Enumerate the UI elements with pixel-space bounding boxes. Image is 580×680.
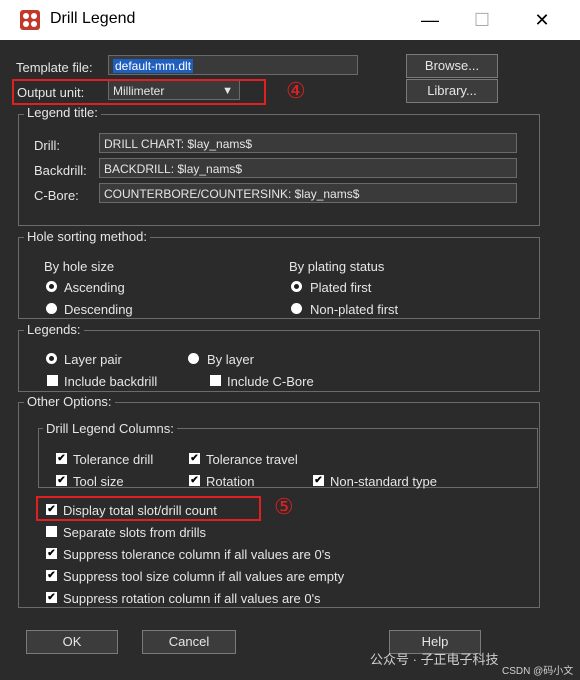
template-file-input[interactable]: default-mm.dlt [108, 55, 358, 75]
descending-radio[interactable] [46, 303, 57, 314]
rotation-checkbox[interactable]: ✔ [189, 475, 200, 486]
include-backdrill-checkbox[interactable] [47, 375, 58, 386]
ok-button[interactable]: OK [26, 630, 118, 654]
ascending-label: Ascending [64, 280, 125, 295]
minimize-button[interactable]: — [410, 6, 450, 34]
nonplated-first-radio[interactable] [291, 303, 302, 314]
hole-sorting-group-label: Hole sorting method: [24, 229, 150, 244]
backdrill-label: Backdrill: [34, 163, 87, 178]
watermark-credit: CSDN @码小文 [502, 666, 574, 677]
browse-button[interactable]: Browse... [406, 54, 498, 78]
suppress-tool-size-label: Suppress tool size column if all values … [63, 569, 345, 584]
include-cbore-checkbox[interactable] [210, 375, 221, 386]
other-options-group-label: Other Options: [24, 394, 115, 409]
tolerance-travel-label: Tolerance travel [206, 452, 298, 467]
annotation-box-display-total [36, 496, 261, 521]
suppress-tolerance-label: Suppress tolerance column if all values … [63, 547, 331, 562]
suppress-tolerance-checkbox[interactable]: ✔ [46, 548, 57, 559]
annotation-number-5: ⑤ [274, 494, 294, 519]
watermark-text: 公众号 · 子正电子科技 [370, 652, 499, 667]
ascending-radio[interactable] [46, 281, 57, 292]
separate-slots-checkbox[interactable] [46, 526, 57, 537]
title-bar: Drill Legend — ☐ ✕ [0, 0, 580, 40]
include-backdrill-label: Include backdrill [64, 374, 158, 389]
annotation-number-4: ④ [286, 78, 306, 103]
plated-first-radio[interactable] [291, 281, 302, 292]
legends-group-label: Legends: [24, 322, 84, 337]
descending-label: Descending [64, 302, 133, 317]
maximize-button[interactable]: ☐ [462, 6, 502, 34]
drill-label: Drill: [34, 138, 60, 153]
close-button[interactable]: ✕ [522, 6, 562, 34]
drill-title-input[interactable]: DRILL CHART: $lay_nams$ [99, 133, 517, 153]
cbore-label: C-Bore: [34, 188, 79, 203]
by-layer-label: By layer [207, 352, 254, 367]
cancel-button[interactable]: Cancel [142, 630, 236, 654]
plated-first-label: Plated first [310, 280, 372, 295]
separate-slots-label: Separate slots from drills [63, 525, 207, 540]
nonstandard-type-checkbox[interactable]: ✔ [313, 475, 324, 486]
layer-pair-radio[interactable] [46, 353, 57, 364]
library-button[interactable]: Library... [406, 79, 498, 103]
tool-size-checkbox[interactable]: ✔ [56, 475, 67, 486]
cbore-title-input[interactable]: COUNTERBORE/COUNTERSINK: $lay_nams$ [99, 183, 517, 203]
legend-title-group-label: Legend title: [24, 105, 101, 120]
window-title: Drill Legend [50, 10, 136, 27]
nonplated-first-label: Non-plated first [310, 302, 399, 317]
nonstandard-type-label: Non-standard type [330, 474, 437, 489]
include-cbore-label: Include C-Bore [227, 374, 314, 389]
tool-size-label: Tool size [73, 474, 124, 489]
tolerance-travel-checkbox[interactable]: ✔ [189, 453, 200, 464]
by-layer-radio[interactable] [188, 353, 199, 364]
annotation-box-output-unit [12, 79, 266, 105]
backdrill-title-input[interactable]: BACKDRILL: $lay_nams$ [99, 158, 517, 178]
suppress-rotation-label: Suppress rotation column if all values a… [63, 591, 321, 606]
suppress-tool-size-checkbox[interactable]: ✔ [46, 570, 57, 581]
drill-legend-columns-label: Drill Legend Columns: [43, 421, 177, 436]
tolerance-drill-label: Tolerance drill [73, 452, 154, 467]
app-icon [20, 10, 40, 30]
by-hole-size-label: By hole size [44, 259, 115, 274]
dialog-body: Template file: default-mm.dlt Browse... … [0, 40, 580, 680]
by-plating-status-label: By plating status [289, 259, 385, 274]
rotation-label: Rotation [206, 474, 255, 489]
tolerance-drill-checkbox[interactable]: ✔ [56, 453, 67, 464]
suppress-rotation-checkbox[interactable]: ✔ [46, 592, 57, 603]
layer-pair-label: Layer pair [64, 352, 122, 367]
template-file-label: Template file: [16, 60, 93, 75]
